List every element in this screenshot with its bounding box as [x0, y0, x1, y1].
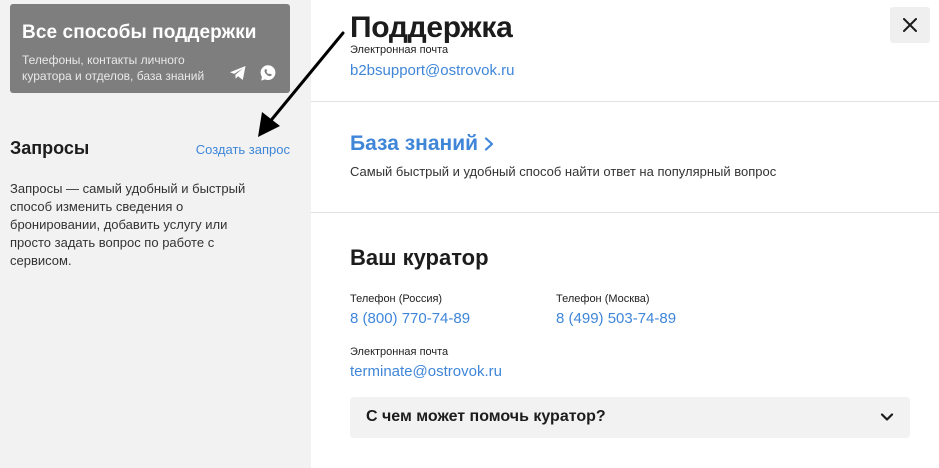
support-card-description: Телефоны, контакты личного куратора и от…: [22, 53, 205, 83]
phone-moscow-label: Телефон (Москва): [556, 293, 650, 305]
divider: [311, 101, 939, 102]
curator-email-link[interactable]: terminate@ostrovok.ru: [350, 363, 502, 380]
close-icon: [903, 18, 917, 32]
telegram-icon[interactable]: [228, 63, 248, 83]
support-card-title: Все способы поддержки: [22, 22, 257, 43]
whatsapp-icon[interactable]: [258, 63, 278, 83]
chevron-right-icon: [484, 137, 494, 151]
requests-title: Запросы: [10, 138, 90, 158]
support-email-link[interactable]: b2bsupport@ostrovok.ru: [350, 62, 514, 79]
support-card-icons: [228, 63, 278, 83]
curator-help-label: С чем может помочь куратор?: [366, 408, 606, 425]
requests-header: Запросы Создать запрос: [10, 138, 290, 160]
phone-russia-link[interactable]: 8 (800) 770-74-89: [350, 310, 470, 327]
support-email-label: Электронная почта: [350, 44, 449, 56]
divider: [311, 212, 939, 213]
curator-help-accordion[interactable]: С чем может помочь куратор?: [350, 397, 910, 438]
knowledge-base-link[interactable]: База знаний: [350, 132, 494, 156]
phone-russia-label: Телефон (Россия): [350, 293, 443, 305]
knowledge-base-description: Самый быстрый и удобный способ найти отв…: [350, 164, 777, 179]
phone-moscow-link[interactable]: 8 (499) 503-74-89: [556, 310, 676, 327]
all-support-methods-card[interactable]: Все способы поддержки Телефоны, контакты…: [10, 4, 290, 93]
close-button[interactable]: [890, 7, 930, 43]
curator-title: Ваш куратор: [350, 245, 489, 270]
knowledge-base-title: База знаний: [350, 132, 479, 155]
support-main-panel: Поддержка Электронная почта b2bsupport@o…: [311, 0, 939, 468]
create-request-link[interactable]: Создать запрос: [196, 142, 290, 157]
requests-description: Запросы — самый удобный и быстрый способ…: [10, 181, 246, 268]
curator-email-label: Электронная почта: [350, 346, 449, 358]
support-sidebar: Все способы поддержки Телефоны, контакты…: [0, 0, 311, 468]
page-title: Поддержка: [350, 11, 513, 44]
chevron-down-icon: [880, 413, 894, 421]
